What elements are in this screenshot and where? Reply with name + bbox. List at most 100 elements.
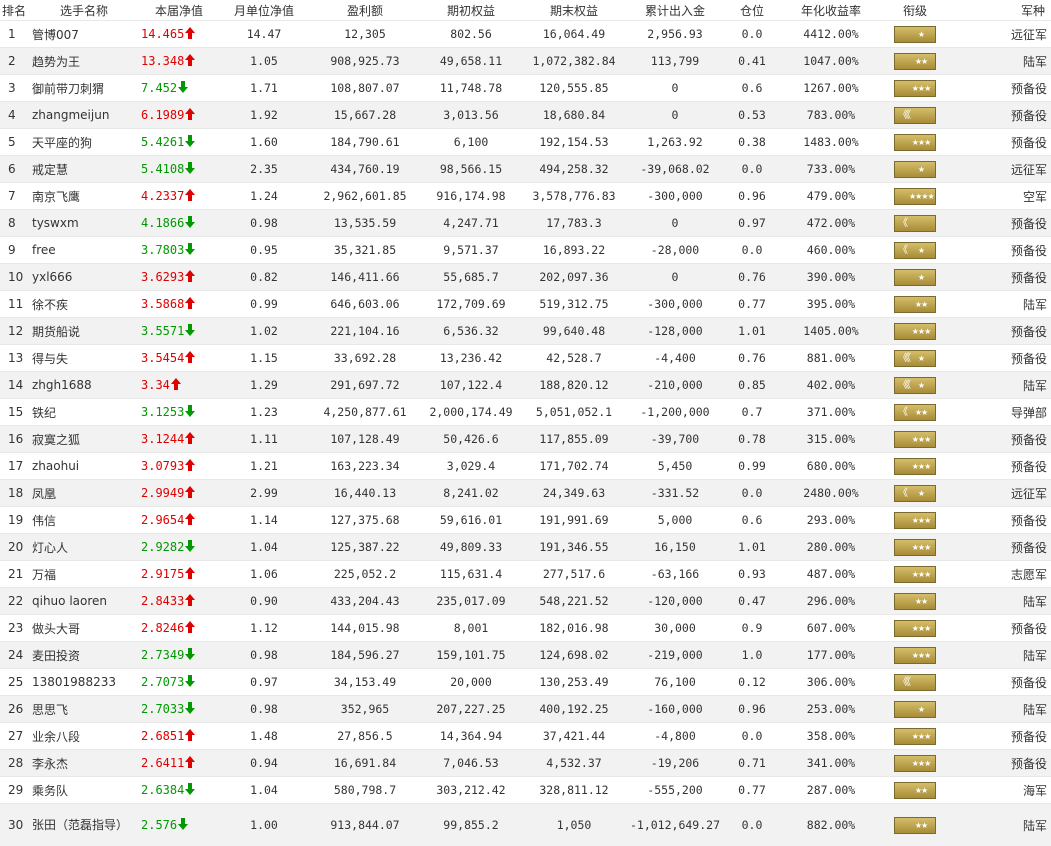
position-cell: 0.9 (722, 615, 782, 642)
player-name-link[interactable]: 灯心人 (30, 534, 138, 561)
net-value-cell: 3.6293 (138, 264, 220, 291)
up-arrow-icon (184, 432, 195, 446)
player-name-link[interactable]: zhgh1688 (30, 372, 138, 399)
start-equity-cell: 303,212.42 (422, 777, 520, 804)
player-name-link[interactable]: tyswxm (30, 210, 138, 237)
start-equity-cell: 9,571.37 (422, 237, 520, 264)
player-name-link[interactable]: 管博007 (30, 21, 138, 48)
col-position-header[interactable]: 仓位 (722, 0, 782, 21)
player-name-link[interactable]: 徐不疾 (30, 291, 138, 318)
annual-return-cell: 395.00% (782, 291, 880, 318)
service-branch-cell: 预备役 (950, 318, 1051, 345)
monthly-net-cell: 0.98 (220, 210, 308, 237)
player-name-link[interactable]: free (30, 237, 138, 264)
rank-cell: 11 (0, 291, 30, 318)
net-value-cell: 2.9654 (138, 507, 220, 534)
cumulative-flow-cell: 2,956.93 (628, 21, 722, 48)
profit-cell: 352,965 (308, 696, 422, 723)
player-name-link[interactable]: 戒定慧 (30, 156, 138, 183)
net-value-cell: 2.7073 (138, 669, 220, 696)
player-name-link[interactable]: 寂寞之狐 (30, 426, 138, 453)
player-name-link[interactable]: 李永杰 (30, 750, 138, 777)
player-name-link[interactable]: zhangmeijun (30, 102, 138, 129)
table-row: 2趋势为王13.3481.05908,925.7349,658.111,072,… (0, 48, 1051, 75)
player-name-link[interactable]: 凤凰 (30, 480, 138, 507)
military-rank-badge-icon: ★★★ (894, 566, 936, 583)
player-name-link[interactable]: 伟信 (30, 507, 138, 534)
military-rank-badge-icon: ★★★ (894, 647, 936, 664)
monthly-net-cell: 0.94 (220, 750, 308, 777)
start-equity-cell: 14,364.94 (422, 723, 520, 750)
badge-star-icon: ★★★ (909, 567, 933, 582)
end-equity-cell: 1,050 (520, 804, 628, 846)
player-name-link[interactable]: 趋势为王 (30, 48, 138, 75)
col-rank-header[interactable]: 排名 (0, 0, 30, 21)
service-branch-cell: 预备役 (950, 345, 1051, 372)
end-equity-cell: 519,312.75 (520, 291, 628, 318)
end-equity-cell: 16,064.49 (520, 21, 628, 48)
col-monthly-header[interactable]: 月单位净值 (220, 0, 308, 21)
player-name-link[interactable]: 南京飞鹰 (30, 183, 138, 210)
military-rank-cell: ★★ (880, 588, 950, 615)
net-value-cell: 2.9282 (138, 534, 220, 561)
net-value: 3.6293 (141, 270, 184, 284)
player-name-link[interactable]: 御前带刀刺猬 (30, 75, 138, 102)
profit-cell: 908,925.73 (308, 48, 422, 75)
net-value: 2.8433 (141, 594, 184, 608)
profit-cell: 291,697.72 (308, 372, 422, 399)
badge-star-icon: ★★★ (909, 324, 933, 339)
position-cell: 0.38 (722, 129, 782, 156)
col-profit-header[interactable]: 盈利额 (308, 0, 422, 21)
player-name-link[interactable]: 业余八段 (30, 723, 138, 750)
start-equity-cell: 916,174.98 (422, 183, 520, 210)
player-name-link[interactable]: qihuo laoren (30, 588, 138, 615)
col-flow-header[interactable]: 累计出入金 (628, 0, 722, 21)
position-cell: 1.01 (722, 318, 782, 345)
down-arrow-icon (184, 702, 195, 716)
col-end-header[interactable]: 期末权益 (520, 0, 628, 21)
badge-star-icon: ★ (909, 378, 933, 393)
col-badge-header[interactable]: 衔级 (880, 0, 950, 21)
badge-star-icon: ★★★ (909, 432, 933, 447)
profit-cell: 108,807.07 (308, 75, 422, 102)
player-name-link[interactable]: yxl666 (30, 264, 138, 291)
monthly-net-cell: 1.23 (220, 399, 308, 426)
end-equity-cell: 17,783.3 (520, 210, 628, 237)
player-name-link[interactable]: 铁纪 (30, 399, 138, 426)
col-name-header[interactable]: 选手名称 (30, 0, 138, 21)
player-name-link[interactable]: 麦田投资 (30, 642, 138, 669)
service-branch-cell: 预备役 (950, 102, 1051, 129)
player-name-link[interactable]: 乘务队 (30, 777, 138, 804)
rank-cell: 4 (0, 102, 30, 129)
service-branch-cell: 海军 (950, 777, 1051, 804)
rank-cell: 13 (0, 345, 30, 372)
badge-star-icon: ★ (909, 27, 933, 42)
net-value-cell: 2.7349 (138, 642, 220, 669)
player-name-link[interactable]: 张田（范磊指导） (30, 804, 138, 846)
player-name-link[interactable]: 做头大哥 (30, 615, 138, 642)
rank-cell: 26 (0, 696, 30, 723)
player-name-link[interactable]: zhaohui (30, 453, 138, 480)
player-name-link[interactable]: 13801988233 (30, 669, 138, 696)
player-name-link[interactable]: 万福 (30, 561, 138, 588)
col-start-header[interactable]: 期初权益 (422, 0, 520, 21)
monthly-net-cell: 1.71 (220, 75, 308, 102)
table-row: 17zhaohui3.07931.21163,223.343,029.4171,… (0, 453, 1051, 480)
monthly-net-cell: 1.48 (220, 723, 308, 750)
monthly-net-cell: 1.60 (220, 129, 308, 156)
player-name-link[interactable]: 得与失 (30, 345, 138, 372)
col-net-header[interactable]: 本届净值 (138, 0, 220, 21)
end-equity-cell: 124,698.02 (520, 642, 628, 669)
net-value-cell: 2.8246 (138, 615, 220, 642)
player-name-link[interactable]: 天平座的狗 (30, 129, 138, 156)
player-name-link[interactable]: 思思飞 (30, 696, 138, 723)
position-cell: 0.0 (722, 480, 782, 507)
header-row: 排名选手名称本届净值月单位净值盈利额期初权益期末权益累计出入金仓位年化收益率衔级… (0, 0, 1051, 21)
profit-cell: 27,856.5 (308, 723, 422, 750)
col-annual-header[interactable]: 年化收益率 (782, 0, 880, 21)
rank-cell: 25 (0, 669, 30, 696)
col-branch-header[interactable]: 军种 (950, 0, 1051, 21)
player-name-link[interactable]: 期货船说 (30, 318, 138, 345)
up-arrow-icon (184, 594, 195, 608)
annual-return-cell: 1405.00% (782, 318, 880, 345)
